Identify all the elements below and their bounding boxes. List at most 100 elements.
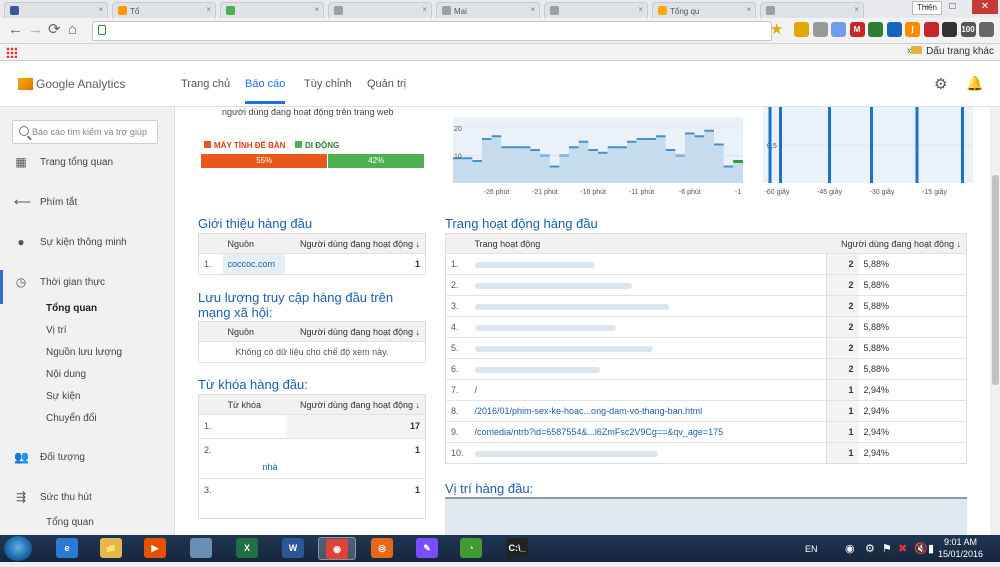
close-tab-icon[interactable]: ×	[854, 5, 859, 14]
close-tab-icon[interactable]: ×	[422, 5, 427, 14]
browser-tab[interactable]: Tổng qu ×	[652, 2, 756, 18]
extension-icon[interactable]	[794, 22, 809, 37]
page-link[interactable]	[469, 337, 827, 359]
clock-date[interactable]: 15/01/2016	[938, 549, 983, 559]
extension-icon[interactable]	[923, 22, 939, 37]
extension-icon[interactable]	[831, 22, 846, 37]
page-link[interactable]: /2016/01/phim-sex-ke-hoac...ong-dam-vo-t…	[469, 400, 827, 422]
taskbar-app-button[interactable]: ✎	[408, 537, 446, 560]
language-indicator[interactable]: EN	[805, 544, 818, 554]
sidebar-item[interactable]: ⇶ Sức thu hút	[0, 488, 175, 508]
pages-page-header[interactable]: Trang hoạt động	[469, 233, 827, 254]
page-link[interactable]	[469, 274, 827, 296]
page-link[interactable]	[469, 358, 827, 380]
sidebar-item[interactable]: Tổng quan	[0, 299, 175, 319]
browser-tab[interactable]: ×	[760, 2, 864, 18]
referral-link[interactable]: coccoc.com	[222, 253, 285, 275]
taskbar-app-button[interactable]: W	[274, 537, 312, 560]
bookmark-star-icon[interactable]: ★	[770, 20, 783, 38]
bell-icon[interactable]: 🔔	[966, 75, 983, 92]
taskbar-app-button[interactable]: e	[48, 537, 86, 560]
extension-icon[interactable]	[942, 22, 957, 37]
social-active-header[interactable]: Người dùng đang hoạt động ↓	[266, 321, 426, 342]
sidebar-item[interactable]: Chuyển đổi	[0, 409, 175, 429]
tab-home[interactable]: Trang chủ	[181, 78, 230, 90]
referrals-active-header[interactable]: Người dùng đang hoạt động ↓	[284, 233, 426, 254]
sidebar-item[interactable]: Nguồn lưu lượng	[0, 343, 175, 363]
browser-tab[interactable]: ×	[328, 2, 432, 18]
extension-icon[interactable]	[886, 22, 902, 37]
keyword-cell[interactable]	[222, 414, 287, 439]
taskbar-app-button[interactable]: ◉	[318, 537, 356, 560]
extension-icon[interactable]	[979, 22, 994, 37]
tab-admin[interactable]: Quản trị	[367, 78, 406, 90]
taskbar-app-button[interactable]: ◎	[363, 537, 401, 560]
pages-active-header[interactable]: Người dùng đang hoạt động ↓	[826, 233, 967, 254]
apps-icon[interactable]	[6, 47, 17, 58]
reload-icon[interactable]: ⟳	[48, 22, 61, 38]
sidebar-item[interactable]: ◷ Thời gian thực	[0, 273, 175, 293]
keywords-kw-header[interactable]: Từ khóa	[222, 394, 287, 415]
scrollbar-thumb[interactable]	[992, 175, 999, 385]
page-link[interactable]: /	[469, 379, 827, 401]
start-button[interactable]	[4, 536, 32, 561]
keyword-cell[interactable]: nhà	[222, 438, 287, 479]
tab-customize[interactable]: Tùy chỉnh	[304, 78, 352, 90]
browser-tab[interactable]: Tổ ×	[112, 2, 216, 18]
extension-icon[interactable]: 100	[960, 22, 976, 37]
page-link[interactable]	[469, 442, 827, 464]
keyword-cell[interactable]	[222, 478, 287, 519]
close-tab-icon[interactable]: ×	[638, 5, 643, 14]
sidebar-item[interactable]: ● Sự kiện thông minh	[0, 233, 175, 253]
ga-logo[interactable]: Google Analytics	[18, 77, 125, 91]
keywords-active-header[interactable]: Người dùng đang hoạt động ↓	[286, 394, 426, 415]
other-bookmarks-folder[interactable]: Dấu trang khác	[911, 46, 994, 57]
taskbar-app-button[interactable]: C:\_	[498, 537, 536, 560]
account-selector[interactable]	[760, 71, 910, 81]
error-tray-icon[interactable]: ✖	[898, 542, 907, 555]
sidebar-item[interactable]: Nội dung	[0, 365, 175, 385]
close-tab-icon[interactable]: ×	[746, 5, 751, 14]
taskbar-app-button[interactable]: X	[228, 537, 266, 560]
extension-icon[interactable]: ʃ	[905, 22, 920, 37]
taskbar-app-button[interactable]: ◔	[452, 537, 490, 560]
sidebar-search-input[interactable]: Báo cáo tìm kiếm và trợ giúp	[12, 120, 158, 144]
minimize-button[interactable]: –	[918, 0, 935, 14]
close-tab-icon[interactable]: ×	[98, 5, 103, 14]
page-link[interactable]	[469, 253, 827, 275]
taskbar-app-button[interactable]: 📁	[92, 537, 130, 560]
browser-tab[interactable]: Mai ×	[436, 2, 540, 18]
extension-icon[interactable]	[868, 22, 883, 37]
taskbar-app-button[interactable]: ▶	[136, 537, 174, 560]
network-tray-icon[interactable]: ⚙	[865, 542, 875, 555]
locations-map[interactable]	[445, 499, 967, 535]
browser-tab[interactable]: ×	[544, 2, 648, 18]
sidebar-item[interactable]: 👥 Đối tượng	[0, 448, 175, 468]
signal-tray-icon[interactable]: ▮	[928, 542, 934, 555]
sidebar-item[interactable]: Tổng quan	[0, 513, 175, 533]
maximize-button[interactable]: □	[944, 0, 961, 14]
browser-tab[interactable]: ×	[220, 2, 324, 18]
chrome-tray-icon[interactable]: ◉	[845, 542, 855, 555]
close-tab-icon[interactable]: ×	[530, 5, 535, 14]
clock-time[interactable]: 9:01 AM	[944, 537, 977, 547]
extension-icon[interactable]: M	[849, 22, 865, 37]
referrals-source-header[interactable]: Nguồn	[222, 233, 285, 254]
browser-tab[interactable]: ×	[4, 2, 108, 18]
sidebar-item[interactable]: ⟵ Phím tắt	[0, 193, 175, 213]
tab-reports[interactable]: Báo cáo	[245, 78, 286, 104]
flag-tray-icon[interactable]: ⚑	[882, 542, 892, 555]
close-window-button[interactable]: ✕	[972, 0, 998, 14]
gear-icon[interactable]: ⚙	[934, 75, 947, 93]
close-tab-icon[interactable]: ×	[206, 5, 211, 14]
page-link[interactable]: /comedia/ntrb?id=6587554&...l6ZmFsc2V9Cg…	[469, 421, 827, 443]
page-link[interactable]	[469, 316, 827, 338]
back-icon[interactable]: ←	[8, 22, 23, 38]
taskbar-app-button[interactable]	[182, 537, 220, 560]
extension-icon[interactable]	[812, 22, 828, 37]
social-source-header[interactable]: Nguồn	[222, 321, 267, 342]
sidebar-item[interactable]: Vị trí	[0, 321, 175, 341]
volume-mute-icon[interactable]: 🔇	[914, 542, 928, 555]
address-bar[interactable]	[92, 21, 772, 41]
close-tab-icon[interactable]: ×	[314, 5, 319, 14]
